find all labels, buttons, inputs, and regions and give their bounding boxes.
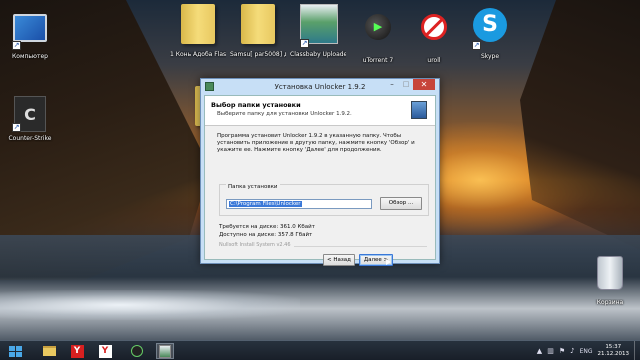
wizard-header-title: Выбор папки установки (211, 101, 301, 109)
forbidden-icon (416, 14, 452, 54)
installer-app-icon (205, 82, 214, 91)
shortcut-arrow-icon: ↗ (12, 41, 21, 50)
browse-button[interactable]: Обзор ... (380, 197, 422, 210)
taskbar-media[interactable] (128, 343, 146, 359)
taskbar: Y Y ▲ ▥ ⚑ ♪ ENG 15:37 21.12.2013 (0, 340, 640, 360)
folder-icon (180, 4, 216, 48)
desktop-icon-computer[interactable]: ↗ Компьютер (2, 10, 58, 60)
desktop-icon-recycle-bin[interactable]: Корзина (582, 256, 638, 306)
desktop-icon-skype[interactable]: S ↗ Skype (462, 6, 518, 60)
minimize-button[interactable]: – (385, 79, 399, 90)
clock-date: 21.12.2013 (597, 351, 630, 357)
shortcut-arrow-icon: ↗ (472, 41, 481, 50)
taskbar-installer[interactable] (156, 343, 174, 359)
desktop-icon-label: Skype (480, 53, 500, 60)
counter-strike-icon: C ↗ (12, 96, 48, 132)
desktop-icon-uroll[interactable]: uroll (406, 8, 462, 64)
taskbar-yandex-2[interactable]: Y (96, 343, 114, 359)
desktop-icon-label: Компьютер (12, 53, 48, 60)
yandex-browser-icon: Y (70, 344, 84, 358)
maximize-button[interactable]: □ (399, 79, 413, 90)
wizard-description: Программа установит Unlocker 1.9.2 в ука… (217, 133, 415, 153)
installer-icon (159, 344, 171, 358)
computer-icon: ↗ (12, 14, 48, 50)
volume-icon[interactable]: ♪ (570, 347, 574, 355)
clock-time: 15:37 (605, 344, 622, 350)
wizard-header-subtitle: Выберите папку для установки Unlocker 1.… (217, 111, 352, 117)
shortcut-arrow-icon: ↗ (300, 39, 309, 48)
taskbar-yandex-1[interactable]: Y (68, 343, 86, 359)
install-path-value: C:\Program Files\Unlocker (229, 201, 302, 207)
desktop-icon-label: Counter-Strike (8, 135, 52, 142)
desktop-icon-label: Samsu[ par5008] дра (230, 51, 286, 58)
desktop-icon-media[interactable]: ▶ uTorrent 7 (350, 8, 406, 64)
flag-icon[interactable]: ⚑ (559, 347, 565, 355)
back-button[interactable]: < Назад (323, 254, 355, 266)
desktop-icon-uploader[interactable]: ↗ Classbaby Uploader 3 (290, 4, 346, 58)
start-button[interactable] (6, 343, 24, 359)
show-desktop-button[interactable] (634, 341, 638, 360)
space-available: Доступно на диске: 357.8 Гбайт (219, 232, 313, 238)
close-button[interactable]: ✕ (413, 79, 435, 90)
desktop-icon-label: uTorrent 7 (362, 57, 394, 64)
install-path-input[interactable]: C:\Program Files\Unlocker (226, 199, 372, 209)
language-indicator[interactable]: ENG (580, 348, 593, 355)
windows-logo-icon (8, 345, 22, 357)
shortcut-arrow-icon: ↗ (12, 123, 21, 132)
desktop-icon-label: 1 Конь Адоба Flash (170, 51, 226, 58)
recycle-bin-icon (592, 256, 628, 296)
computer-setup-icon (411, 101, 427, 119)
desktop-icon-label: Корзина (596, 299, 624, 306)
dialog-client: Выбор папки установки Выберите папку для… (204, 95, 436, 266)
folder-icon (240, 4, 276, 48)
install-folder-label: Папка установки (226, 184, 280, 190)
network-icon[interactable]: ▥ (547, 347, 554, 355)
media-player-icon (131, 345, 143, 357)
installer-icon: ↗ (300, 4, 338, 48)
mouse-cursor-icon (386, 259, 391, 265)
desktop-icon-folder-1[interactable]: 1 Конь Адоба Flash (170, 4, 226, 58)
space-required: Требуется на диске: 361.0 Кбайт (219, 224, 315, 230)
nsis-branding: Nullsoft Install System v2.46 (219, 242, 294, 248)
media-player-icon: ▶ (360, 14, 396, 54)
system-tray: ▲ ▥ ⚑ ♪ ENG 15:37 21.12.2013 (537, 341, 638, 360)
taskbar-explorer[interactable] (40, 343, 58, 359)
wizard-header: Выбор папки установки Выберите папку для… (205, 96, 435, 126)
skype-icon: S ↗ (472, 8, 508, 50)
wallpaper-foam (0, 290, 300, 320)
installer-dialog: Установка Unlocker 1.9.2 – □ ✕ Выбор пап… (200, 78, 440, 266)
tray-arrow-icon[interactable]: ▲ (537, 347, 542, 355)
install-folder-group: Папка установки C:\Program Files\Unlocke… (219, 184, 429, 216)
yandex-icon: Y (98, 344, 112, 358)
desktop-icon-label: uroll (427, 57, 441, 64)
clock[interactable]: 15:37 21.12.2013 (598, 344, 630, 358)
disk-space-info: Требуется на диске: 361.0 Кбайт Доступно… (219, 223, 315, 239)
desktop-icon-folder-2[interactable]: Samsu[ par5008] дра (230, 4, 286, 58)
explorer-icon (42, 346, 56, 356)
desktop-icon-label: Classbaby Uploader 3 (290, 51, 346, 58)
dialog-titlebar[interactable]: Установка Unlocker 1.9.2 – □ ✕ (201, 79, 439, 95)
desktop-icon-counter-strike[interactable]: C ↗ Counter-Strike (2, 96, 58, 142)
